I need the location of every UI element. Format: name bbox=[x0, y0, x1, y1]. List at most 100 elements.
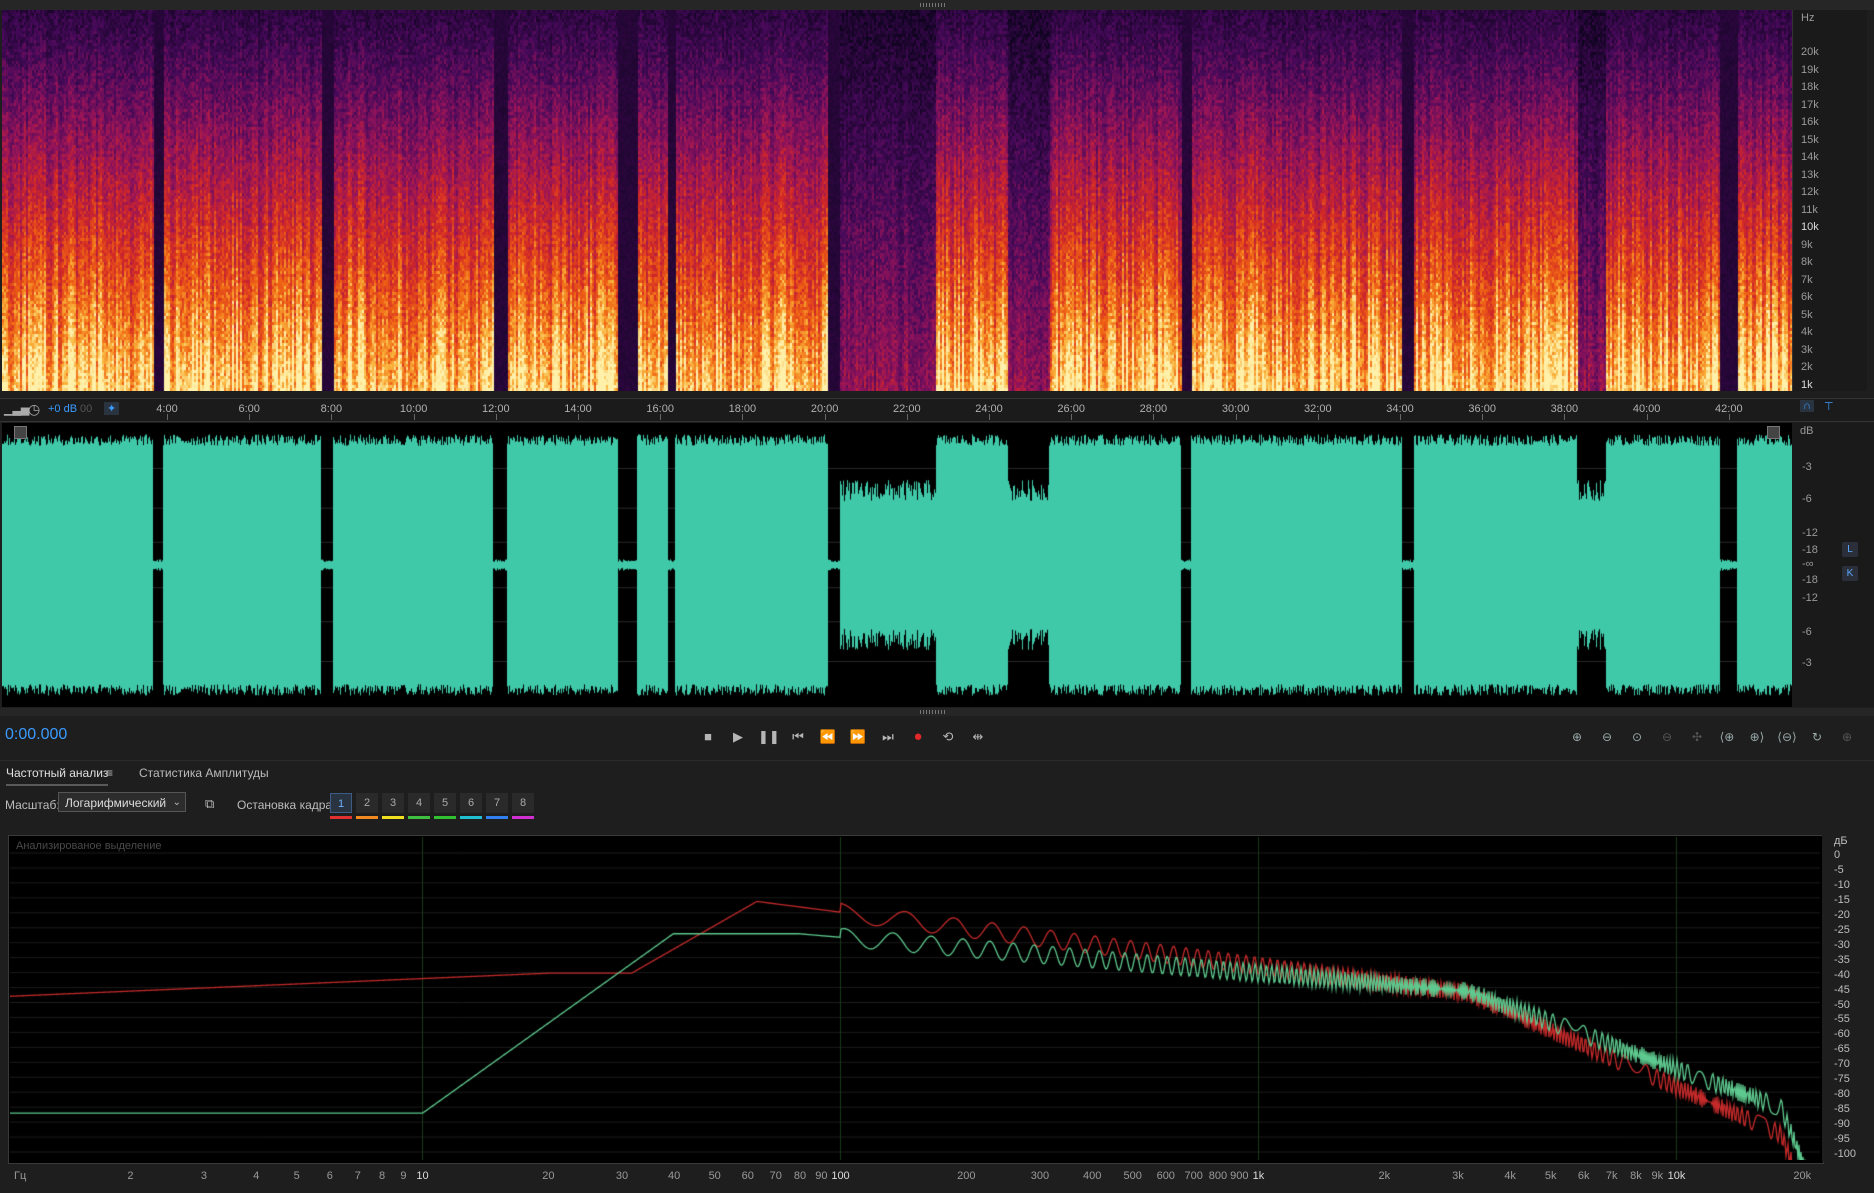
freeze-frame-button-7[interactable]: 7 bbox=[486, 793, 508, 813]
freeze-frame-button-8[interactable]: 8 bbox=[512, 793, 534, 813]
spectral-display[interactable] bbox=[2, 10, 1792, 391]
zoom-in-right-icon[interactable]: ⊕⟩ bbox=[1746, 728, 1768, 746]
copy-icon[interactable]: ⧉ bbox=[205, 796, 214, 812]
hz-axis-tick-label: 300 bbox=[1030, 1170, 1050, 1182]
hz-axis-tick-label: 4k bbox=[1504, 1170, 1516, 1182]
go-to-end-button[interactable]: ⏭ bbox=[878, 728, 898, 746]
hz-tick-label: 19k bbox=[1801, 63, 1819, 76]
zoom-out-amplitude-icon[interactable]: ⊖ bbox=[1596, 728, 1618, 746]
channel-right-toggle[interactable]: K bbox=[1842, 566, 1858, 581]
db-inf-label: -∞ bbox=[1802, 558, 1814, 570]
zoom-reset-icon[interactable]: ↻ bbox=[1806, 728, 1828, 746]
hz-tick-label: 7k bbox=[1801, 273, 1813, 286]
freeze-frame-color bbox=[460, 816, 482, 819]
zoom-selection-icon[interactable]: ⊙ bbox=[1626, 728, 1648, 746]
freeze-frame-button-5[interactable]: 5 bbox=[434, 793, 456, 813]
db-tick-label: -18 bbox=[1802, 544, 1818, 556]
db-tick-label: -6 bbox=[1802, 493, 1812, 505]
db-axis-tick-label: -55 bbox=[1834, 1013, 1850, 1026]
loop-button[interactable]: ⟲ bbox=[938, 728, 958, 746]
db-axis-tick-label: -100 bbox=[1834, 1148, 1857, 1160]
hz-axis-tick-label: 8 bbox=[378, 1170, 386, 1182]
zoom-in-amplitude-icon[interactable]: ⊕ bbox=[1566, 728, 1588, 746]
db-axis-tick-label: -45 bbox=[1834, 983, 1850, 996]
playhead-time[interactable]: 0:00.000 bbox=[5, 726, 67, 744]
hz-axis-tick-label: 700 bbox=[1184, 1170, 1203, 1182]
top-resize-bar[interactable] bbox=[0, 0, 1874, 10]
db-axis-tick-label: -20 bbox=[1834, 908, 1850, 921]
db-tick-label: -3 bbox=[1802, 461, 1812, 473]
bottom-resize-bar[interactable] bbox=[0, 708, 1874, 716]
time-tick bbox=[578, 414, 579, 420]
hz-axis-tick-label: 10k bbox=[1667, 1170, 1686, 1182]
db-axis-tick-label: -65 bbox=[1834, 1043, 1850, 1056]
time-tick bbox=[249, 414, 251, 420]
freeze-frame-button-6[interactable]: 6 bbox=[460, 793, 482, 813]
db-axis-tick-label: 0 bbox=[1834, 849, 1841, 861]
db-axis-tick-label: -30 bbox=[1834, 938, 1850, 951]
hz-tick-label: 12k bbox=[1801, 186, 1819, 198]
waveform-display[interactable] bbox=[2, 423, 1792, 707]
amplitude-ruler: dB L K -3 -6 -12 -18 -∞ -18 -12 -6 -3 bbox=[1792, 423, 1874, 707]
zoom-in-left-icon[interactable]: ⟨⊕ bbox=[1716, 728, 1738, 746]
fast-forward-button[interactable]: ⏩ bbox=[848, 728, 868, 746]
hz-axis-tick-label: 90 bbox=[815, 1170, 828, 1182]
hz-axis-tick-label: 5 bbox=[293, 1170, 300, 1182]
time-tick bbox=[660, 414, 662, 420]
skip-selection-button[interactable]: ⇹ bbox=[968, 728, 988, 746]
hz-axis-tick-label: 60 bbox=[741, 1170, 754, 1182]
hz-axis-tick-label: 80 bbox=[793, 1170, 807, 1182]
time-tick bbox=[1646, 414, 1648, 420]
db-tick-label: -12 bbox=[1802, 592, 1818, 604]
meter-icon[interactable]: ▁▃▅ bbox=[4, 403, 29, 416]
fade-in-handle[interactable] bbox=[14, 426, 27, 439]
stop-button[interactable]: ■ bbox=[698, 728, 718, 746]
go-to-start-button[interactable]: ⏮ bbox=[788, 728, 808, 746]
freeze-frame-button-1[interactable]: 1 bbox=[330, 793, 352, 813]
hz-axis-tick-label: 3 bbox=[200, 1170, 208, 1182]
hz-tick-label: 1k bbox=[1801, 378, 1813, 391]
freeze-frame-color bbox=[382, 816, 404, 819]
frequency-graph[interactable] bbox=[10, 837, 1820, 1160]
hz-tick-label: 15k bbox=[1801, 133, 1819, 146]
headphones-icon[interactable]: ∩ bbox=[1800, 400, 1814, 412]
hz-axis-tick-label: 5k bbox=[1544, 1170, 1557, 1182]
freeze-frame-button-3[interactable]: 3 bbox=[382, 793, 404, 813]
freeze-frame-button-2[interactable]: 2 bbox=[356, 793, 378, 813]
time-ruler[interactable]: ▁▃▅ ◷ +0 dB 00 ✦ ∩ ⊤ 4:00 6:00 8:00 10:00 12… bbox=[0, 398, 1874, 422]
hz-axis-tick-label: 900 bbox=[1230, 1170, 1249, 1182]
play-button[interactable]: ▶ bbox=[728, 728, 748, 746]
record-button[interactable]: ● bbox=[908, 728, 928, 746]
db-axis-tick-label: -50 bbox=[1834, 998, 1850, 1011]
tab-frequency-analysis[interactable]: Частотный анализ bbox=[6, 766, 109, 786]
grip-icon[interactable] bbox=[920, 3, 946, 7]
freeze-frame-color bbox=[434, 816, 456, 819]
pause-button[interactable]: ❚❚ bbox=[758, 728, 780, 746]
db-axis-tick-label: -75 bbox=[1834, 1073, 1850, 1086]
gain-knob-icon[interactable]: ◷ bbox=[28, 401, 40, 418]
scale-select[interactable]: Логарифмический ⌄ bbox=[58, 792, 186, 812]
db-axis-tick-label: -60 bbox=[1834, 1028, 1850, 1041]
scale-label: Масштаб: bbox=[5, 798, 60, 812]
gain-readout[interactable]: +0 dB bbox=[48, 403, 77, 415]
marker-icon[interactable]: ⊤ bbox=[1824, 400, 1834, 413]
db-axis-tick-label: -25 bbox=[1834, 923, 1850, 936]
tab-menu-icon[interactable]: ≡ bbox=[106, 766, 113, 780]
db-axis-tick-label: -70 bbox=[1834, 1058, 1850, 1071]
zoom-time-icon[interactable]: ⊕ bbox=[1836, 728, 1858, 746]
rewind-button[interactable]: ⏪ bbox=[818, 728, 838, 746]
hz-tick-label: 9k bbox=[1801, 238, 1813, 251]
zoom-fit-icon[interactable]: ⟨⊖⟩ bbox=[1776, 728, 1798, 746]
zoom-out-full-icon[interactable]: ⊖ bbox=[1656, 728, 1678, 746]
db-axis-tick-label: -95 bbox=[1834, 1133, 1850, 1146]
time-tick bbox=[989, 414, 990, 420]
pin-icon[interactable]: ✦ bbox=[104, 402, 120, 415]
hz-tick-label: 11k bbox=[1801, 203, 1818, 216]
hz-axis-tick-label: 4 bbox=[253, 1170, 260, 1182]
fade-out-handle[interactable] bbox=[1767, 426, 1780, 439]
channel-left-toggle[interactable]: L bbox=[1842, 542, 1858, 557]
tab-amplitude-statistics[interactable]: Статистика Амплитуды bbox=[139, 766, 269, 780]
freeze-frame-button-4[interactable]: 4 bbox=[408, 793, 430, 813]
db-tick-label: -3 bbox=[1802, 657, 1812, 669]
zoom-center-icon[interactable]: ✣ bbox=[1686, 728, 1708, 746]
